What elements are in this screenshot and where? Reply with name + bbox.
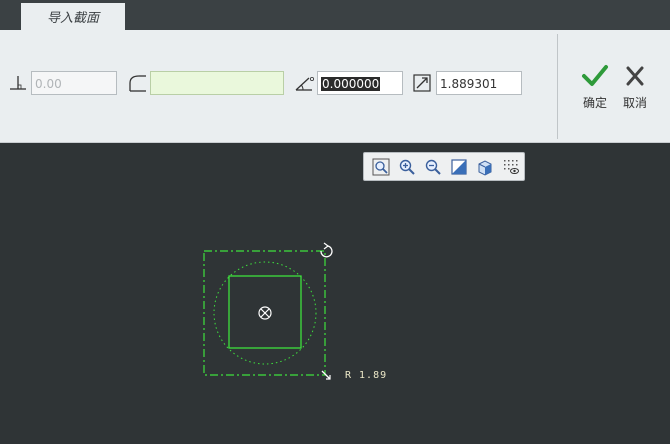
rotate-handle-icon xyxy=(320,242,333,258)
curve-corner-icon xyxy=(127,73,147,93)
section-square xyxy=(228,275,302,349)
radius-dimension-label: R 1.89 xyxy=(345,370,387,381)
angle-group: 0.000000 xyxy=(294,70,403,96)
dashboard-toolbar: 0.00 0.000000 1.889301 确定 取消 xyxy=(0,30,670,143)
ok-button[interactable]: 确定 xyxy=(575,64,615,111)
offset-group: 0.00 xyxy=(8,70,117,96)
cancel-button[interactable]: 取消 xyxy=(615,64,655,111)
offset-input[interactable]: 0.00 xyxy=(31,71,117,95)
perpendicular-icon xyxy=(8,73,28,93)
curve-group xyxy=(127,70,284,96)
scale-group: 1.889301 xyxy=(412,70,522,96)
checkmark-icon xyxy=(581,64,609,91)
tab-import-section[interactable]: 导入截面 xyxy=(21,3,125,30)
center-point-icon xyxy=(258,306,272,320)
ok-label: 确定 xyxy=(582,96,607,110)
cancel-label: 取消 xyxy=(622,96,647,110)
rotation-angle-input[interactable]: 0.000000 xyxy=(317,71,403,95)
ribbon-tab-bar: 导入截面 xyxy=(0,0,670,30)
scale-input[interactable]: 1.889301 xyxy=(436,71,522,95)
angle-icon xyxy=(294,73,314,93)
curve-reference-input[interactable] xyxy=(150,71,284,95)
toolbar-divider xyxy=(557,34,558,139)
x-icon xyxy=(623,64,647,91)
graphics-canvas[interactable]: R 1.89 xyxy=(0,143,670,444)
scale-icon xyxy=(412,73,432,93)
